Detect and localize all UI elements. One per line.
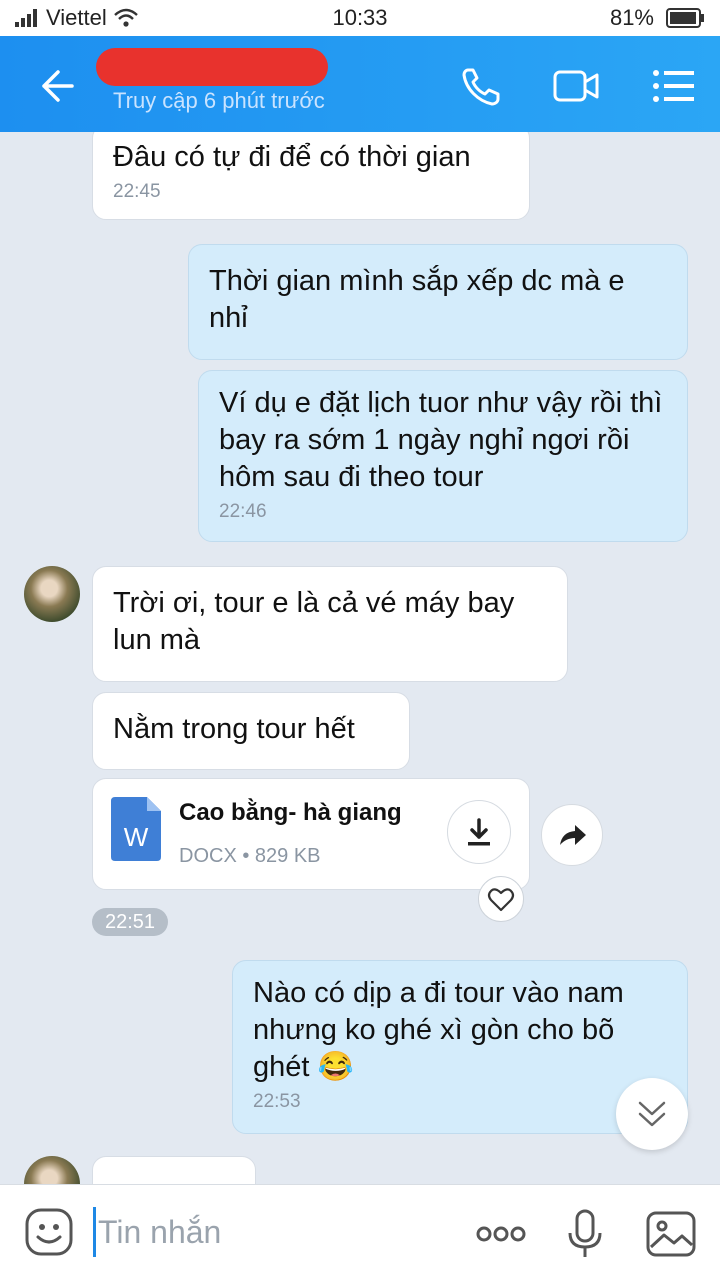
battery-icon [666,8,704,28]
download-icon [468,818,490,846]
doc-letter: W [124,822,149,852]
double-chevron-down-icon [638,1101,666,1127]
more-options-icon[interactable] [474,1207,528,1261]
contact-avatar[interactable] [24,1156,80,1184]
message-input-bar [0,1184,720,1281]
message-outgoing[interactable]: Thời gian mình sắp xếp dc mà e nhỉ [188,244,688,360]
file-name: Cao bằng- hà giang [179,799,402,826]
message-incoming[interactable]: Đâu có tự đi để có thời gian 22:45 [92,132,530,220]
message-incoming-partial[interactable] [92,1156,256,1184]
message-text: Nằm trong tour hết [113,713,355,745]
last-seen-status: Truy cập 6 phút trước [113,88,325,113]
file-meta: DOCX • 829 KB [179,845,321,867]
heart-icon [487,888,515,912]
text-caret [93,1207,96,1257]
microphone-icon[interactable] [558,1207,612,1261]
message-incoming[interactable]: Trời ơi, tour e là cả vé máy bay lun mà [92,566,568,682]
file-attachment[interactable]: W Cao bằng- hà giang DOCX • 829 KB [92,778,530,890]
video-call-icon[interactable] [552,62,600,110]
message-time: 22:46 [219,501,267,522]
image-gallery-icon[interactable] [644,1207,698,1261]
message-time: 22:45 [113,181,161,202]
message-input[interactable] [98,1207,428,1257]
status-bar: Viettel 10:33 81% [0,0,720,36]
status-right: 81% [610,5,706,31]
react-heart-button[interactable] [478,876,524,922]
chat-header: Truy cập 6 phút trước [0,36,720,132]
scroll-to-bottom-button[interactable] [616,1078,688,1150]
message-list[interactable]: Đâu có tự đi để có thời gian 22:45 Thời … [0,132,720,1184]
message-text: Trời ơi, tour e là cả vé máy bay lun mà [113,587,515,656]
message-text: Ví dụ e đặt lịch tuor như vậy rồi thì ba… [219,387,663,493]
menu-list-icon[interactable] [650,62,698,110]
phone-call-icon[interactable] [458,62,506,110]
message-incoming[interactable]: Nằm trong tour hết [92,692,410,770]
message-outgoing[interactable]: Ví dụ e đặt lịch tuor như vậy rồi thì ba… [198,370,688,542]
battery-percent: 81% [609,5,654,30]
contact-avatar[interactable] [24,566,80,622]
message-time: 22:53 [253,1091,301,1112]
contact-name-redacted[interactable] [96,48,328,86]
download-button[interactable] [447,800,511,864]
message-text-body: Nào có dịp a đi tour vào nam nhưng ko gh… [253,977,624,1083]
time-chip: 22:51 [92,908,168,936]
forward-share-icon [560,825,586,845]
sticker-emoji-icon[interactable] [24,1207,74,1257]
forward-button[interactable] [541,804,603,866]
word-document-icon: W [111,797,161,861]
message-text: Thời gian mình sắp xếp dc mà e nhỉ [209,265,625,334]
laughing-emoji: 😂 [317,1051,354,1083]
back-arrow-icon[interactable] [34,64,78,108]
message-text: Đâu có tự đi để có thời gian [113,141,471,173]
message-text: Nào có dịp a đi tour vào nam nhưng ko gh… [253,975,667,1086]
